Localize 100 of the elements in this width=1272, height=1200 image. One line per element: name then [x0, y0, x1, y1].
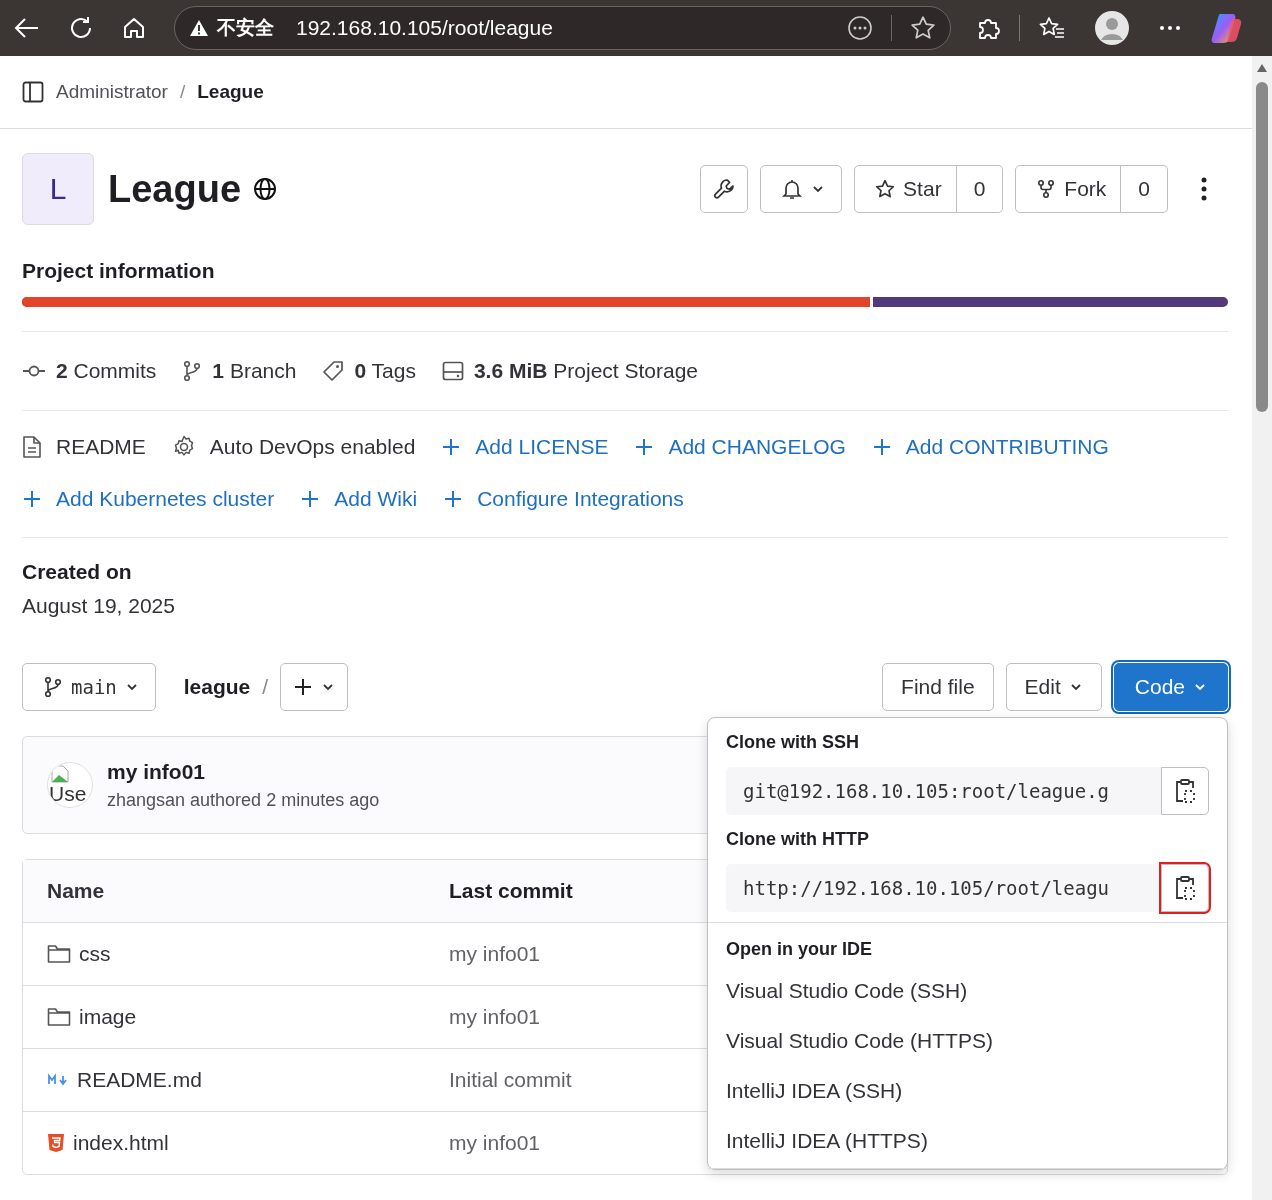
profile-avatar-icon[interactable]: [1094, 10, 1130, 46]
copilot-logo-icon[interactable]: [1210, 11, 1244, 45]
fork-button[interactable]: Fork: [1015, 165, 1122, 213]
commit-title-link[interactable]: my info01: [107, 759, 380, 784]
scrollbar[interactable]: [1252, 56, 1272, 1200]
file-link[interactable]: index.html: [47, 1131, 449, 1155]
sidebar-toggle-icon[interactable]: [22, 81, 44, 103]
fork-icon: [1036, 179, 1057, 199]
more-options-icon[interactable]: [847, 15, 873, 41]
security-label: 不安全: [217, 16, 274, 40]
home-icon[interactable]: [122, 16, 146, 40]
commit-icon: [22, 364, 46, 378]
code-dropdown-button[interactable]: Code: [1113, 663, 1228, 711]
project-avatar: L: [22, 153, 94, 225]
favorites-icon[interactable]: [1038, 15, 1066, 41]
add-link[interactable]: Add CHANGELOG: [634, 435, 846, 459]
plus-icon: [441, 437, 462, 457]
breadcrumb-link[interactable]: League: [197, 81, 264, 103]
globe-icon: [253, 177, 278, 201]
add-link[interactable]: Configure Integrations: [443, 487, 684, 511]
author-avatar: Use: [47, 762, 93, 808]
add-link[interactable]: Add Kubernetes cluster: [22, 487, 275, 511]
breadcrumb-link[interactable]: Administrator: [56, 81, 168, 103]
plus-icon: [871, 437, 892, 457]
branch-icon: [182, 360, 203, 382]
path-separator: /: [262, 675, 269, 699]
plus-icon: [22, 489, 42, 509]
tag-icon: [322, 360, 345, 382]
clone-heading: Clone with HTTP: [725, 828, 870, 851]
broken-image-icon: [50, 764, 70, 784]
notification-button[interactable]: [760, 165, 843, 213]
folder-icon: [47, 944, 71, 964]
file-link[interactable]: README.md: [47, 1068, 449, 1092]
file-link[interactable]: image: [47, 1005, 449, 1029]
commit-message-link[interactable]: my info01: [449, 1005, 541, 1029]
commit-author-line: zhangsan authored 2 minutes ago: [107, 789, 380, 811]
clone-url-field[interactable]: git@192.168.10.105:root/league.g: [726, 767, 1161, 815]
stat-link[interactable]: 2 Commits: [22, 359, 157, 383]
ide-heading: Open in your IDE: [725, 938, 873, 961]
commit-message-link[interactable]: my info01: [449, 942, 541, 966]
star-icon: [875, 179, 896, 199]
menu-item[interactable]: Visual Studio Code (HTTPS): [708, 1016, 1227, 1066]
devops-link[interactable]: Auto DevOps enabled: [171, 435, 416, 459]
column-header: Name: [47, 879, 106, 903]
clone-url-field[interactable]: http://192.168.10.105/root/leagu: [726, 864, 1161, 912]
warning-icon: [189, 19, 209, 37]
url-text: 192.168.10.105/root/league: [296, 16, 553, 40]
section-heading: Project information: [22, 259, 216, 283]
plus-icon: [634, 437, 655, 457]
star-button[interactable]: Star: [854, 165, 957, 213]
scrollbar-thumb[interactable]: [1256, 82, 1268, 412]
menu-item[interactable]: IntelliJ IDEA (HTTPS): [708, 1116, 1227, 1166]
wrench-icon: [713, 178, 736, 200]
commit-message-link[interactable]: Initial commit: [449, 1068, 572, 1092]
copy-url-button[interactable]: [1161, 767, 1209, 815]
project-name: League: [108, 167, 242, 211]
readme-link[interactable]: README: [22, 435, 146, 459]
add-link[interactable]: Add LICENSE: [441, 435, 609, 459]
created-date: August 19, 2025: [22, 594, 176, 618]
created-on-label: Created on: [22, 560, 133, 584]
breadcrumb-separator: /: [179, 81, 186, 103]
stat-link[interactable]: 1 Branch: [182, 359, 297, 383]
menu-item[interactable]: Visual Studio Code (SSH): [708, 966, 1227, 1016]
storage-icon: [441, 361, 464, 381]
column-header: Last commit: [449, 879, 573, 903]
star-count[interactable]: 0: [956, 165, 1004, 213]
find-file-button[interactable]: Find file: [882, 663, 994, 711]
kebab-menu-icon[interactable]: [1200, 177, 1208, 201]
branch-icon: [43, 676, 63, 698]
address-bar[interactable]: 不安全 192.168.10.105/root/league: [174, 6, 951, 50]
clone-heading: Clone with SSH: [725, 731, 860, 754]
scroll-up-arrow-icon[interactable]: [1257, 64, 1267, 72]
fork-count[interactable]: 0: [1121, 165, 1168, 213]
file-link[interactable]: css: [47, 942, 449, 966]
add-dropdown-button[interactable]: [280, 663, 349, 711]
settings-button[interactable]: [700, 165, 749, 213]
html5-icon: [47, 1133, 65, 1153]
commit-message-link[interactable]: my info01: [449, 1131, 541, 1155]
refresh-icon[interactable]: [68, 15, 94, 41]
clipboard-icon: [1174, 875, 1196, 901]
more-icon[interactable]: [1158, 24, 1182, 32]
stat-link[interactable]: 3.6 MiB Project Storage: [441, 359, 699, 383]
folder-icon: [47, 1007, 71, 1027]
add-link[interactable]: Add CONTRIBUTING: [871, 435, 1109, 459]
bell-icon: [781, 178, 804, 200]
plus-icon: [300, 489, 321, 509]
copy-url-button[interactable]: [1161, 864, 1209, 912]
star-icon[interactable]: [910, 15, 936, 41]
plus-icon: [443, 489, 464, 509]
branch-selector[interactable]: main: [22, 663, 156, 711]
stat-link[interactable]: 0 Tags: [322, 359, 416, 383]
edit-dropdown-button[interactable]: Edit: [1005, 663, 1102, 711]
add-link[interactable]: Add Wiki: [300, 487, 418, 511]
back-icon[interactable]: [14, 17, 40, 39]
markdown-icon: [47, 1073, 69, 1087]
document-icon: [22, 435, 42, 459]
repository-path-link[interactable]: league: [183, 675, 251, 699]
menu-item[interactable]: IntelliJ IDEA (SSH): [708, 1066, 1227, 1116]
plus-icon: [293, 677, 314, 697]
clipboard-icon: [1174, 778, 1196, 804]
